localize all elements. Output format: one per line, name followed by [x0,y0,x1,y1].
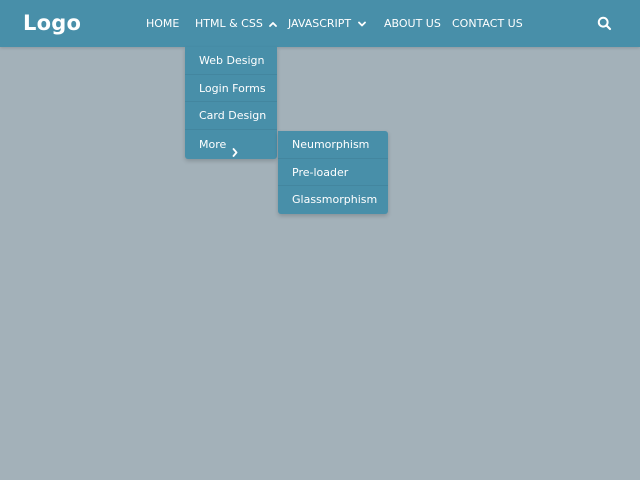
search-icon[interactable] [597,16,612,31]
chevron-right-icon [232,139,238,168]
nav-item-about-us-label: ABOUT US [384,17,441,30]
submenu-item-label: Neumorphism [292,138,370,151]
submenu-item-glassmorphism[interactable]: Glassmorphism [278,186,388,214]
nav-item-javascript-label: JAVASCRIPT [288,17,352,30]
navbar: Logo HOME HTML & CSS JAVASCRIPT ABOUT US… [0,0,640,47]
dropdown-item-more[interactable]: More [185,130,277,159]
more-submenu: Neumorphism Pre-loader Glassmorphism [278,131,388,214]
dropdown-item-label: Card Design [199,109,267,122]
dropdown-item-label: Web Design [199,54,265,67]
dropdown-item-login-forms[interactable]: Login Forms [185,75,277,102]
chevron-down-icon [357,16,366,31]
dropdown-item-label: More [199,137,227,151]
submenu-item-neumorphism[interactable]: Neumorphism [278,131,388,159]
nav-item-javascript[interactable]: JAVASCRIPT [288,16,366,31]
nav-item-html-css-label: HTML & CSS [195,17,263,30]
nav-item-html-css[interactable]: HTML & CSS [195,16,278,31]
submenu-item-label: Glassmorphism [292,193,378,206]
nav-item-contact-us-label: CONTACT US [452,17,523,30]
nav-item-home-label: HOME [146,17,180,30]
chevron-up-icon [269,16,278,31]
submenu-item-pre-loader[interactable]: Pre-loader [278,159,388,186]
nav-item-about-us[interactable]: ABOUT US [384,16,441,31]
nav-item-contact-us[interactable]: CONTACT US [452,16,523,31]
html-css-dropdown: Web Design Login Forms Card Design More [185,47,277,159]
logo[interactable]: Logo [23,10,81,36]
dropdown-item-web-design[interactable]: Web Design [185,47,277,75]
nav-item-home[interactable]: HOME [146,16,179,31]
submenu-item-label: Pre-loader [292,165,349,179]
dropdown-item-card-design[interactable]: Card Design [185,102,277,130]
dropdown-item-label: Login Forms [199,81,266,95]
